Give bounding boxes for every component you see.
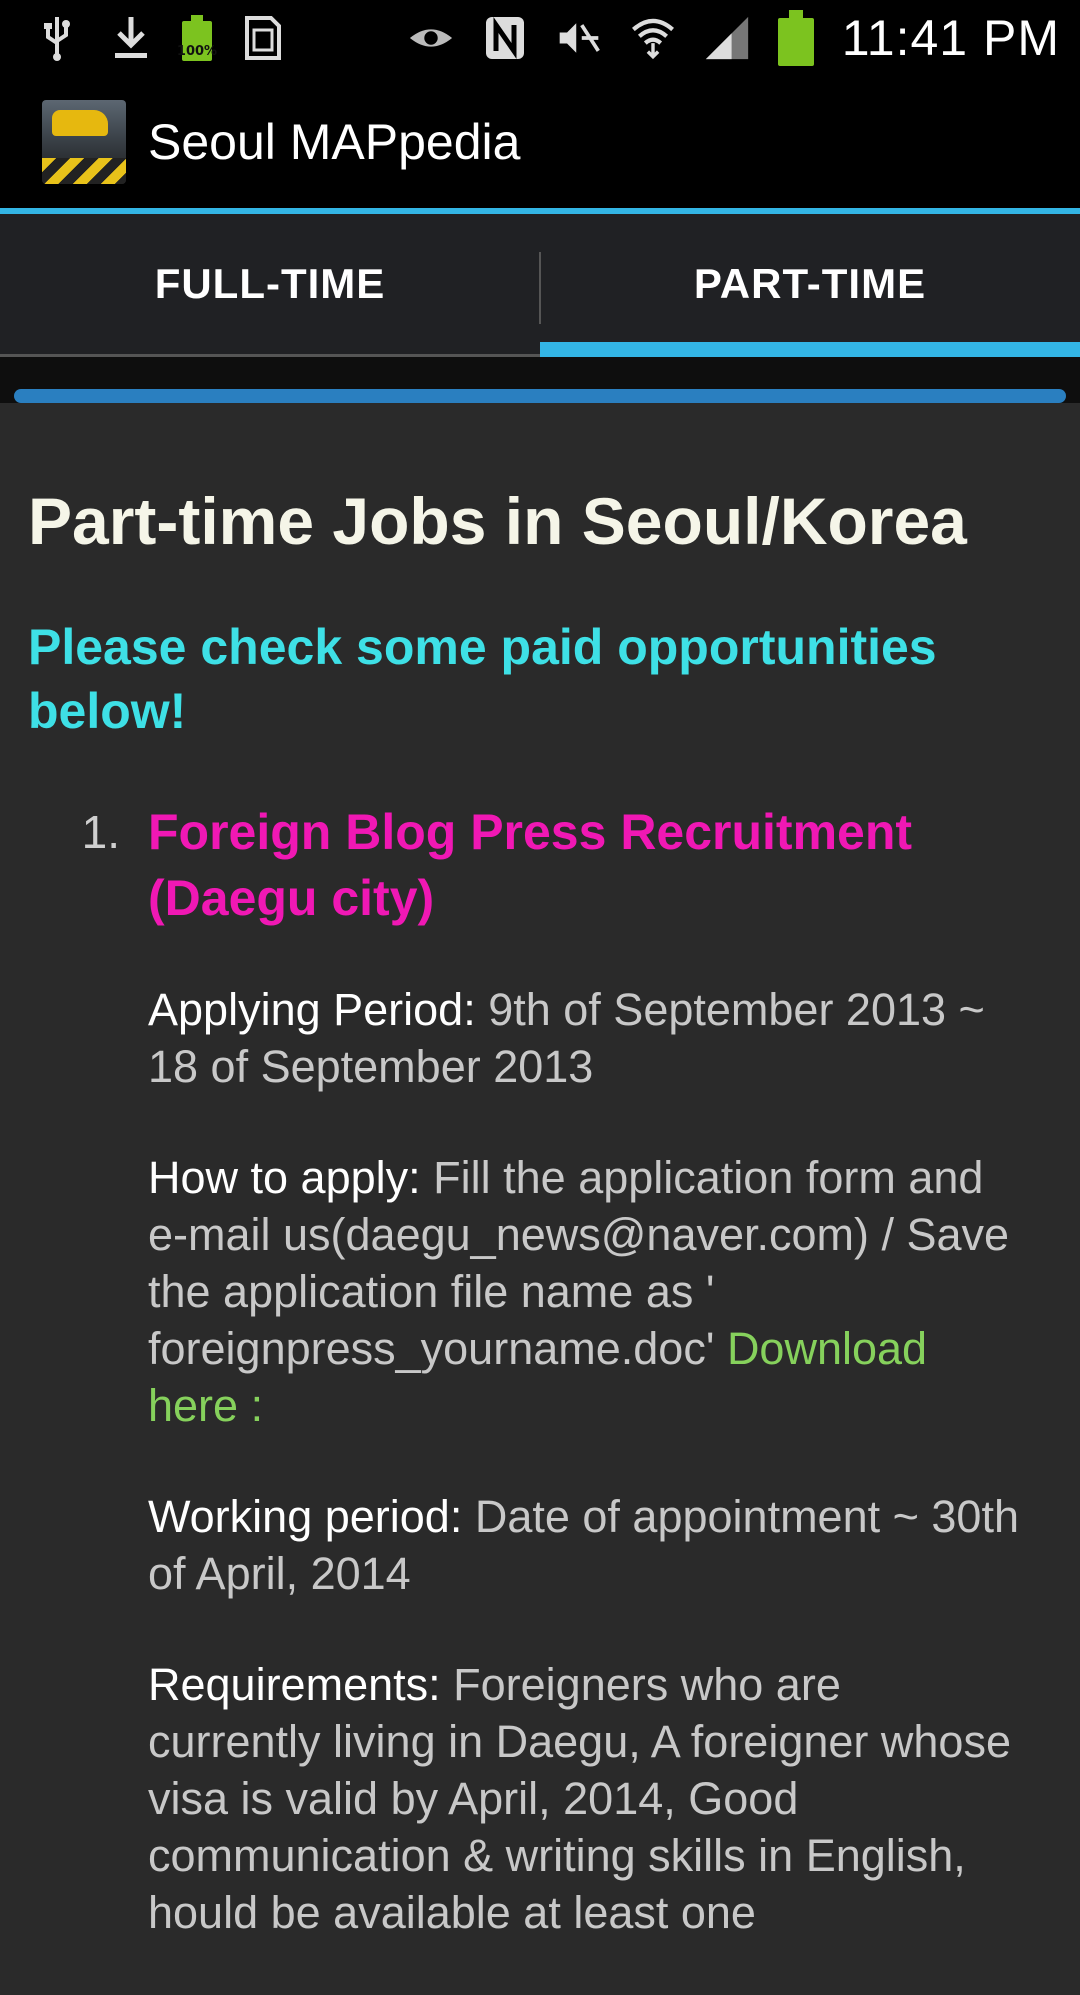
applying-period-label: Applying Period:: [148, 984, 476, 1035]
requirements-label: Requirements:: [148, 1659, 441, 1710]
mute-icon: [556, 13, 602, 63]
tab-label: FULL-TIME: [154, 260, 386, 307]
page-progress: [0, 357, 1080, 403]
list-item: 1. Foreign Blog Press Recruitment (Daegu…: [28, 799, 1052, 1995]
wifi-icon: [630, 13, 676, 63]
progress-bar: [14, 389, 1066, 403]
eye-icon: [408, 13, 454, 63]
battery-percent: 100%: [176, 43, 218, 59]
tab-bar: FULL-TIME PART-TIME: [0, 214, 1080, 357]
status-icons-left: 100%: [34, 13, 286, 63]
working-period: Working period: Date of appointment ~ 30…: [148, 1488, 1022, 1602]
download-icon: [108, 13, 154, 63]
action-bar: Seoul MAPpedia: [0, 75, 1080, 214]
status-bar: 100% 11:41 PM: [0, 0, 1080, 75]
battery-icon: [777, 9, 814, 66]
job-title: Foreign Blog Press Recruitment (Daegu ci…: [148, 804, 913, 926]
signal-icon: [704, 13, 750, 63]
app-logo[interactable]: [42, 99, 126, 184]
web-content[interactable]: Part-time Jobs in Seoul/Korea Please che…: [0, 403, 1080, 1995]
nfc-icon: [482, 13, 528, 63]
page-title: Part-time Jobs in Seoul/Korea: [28, 484, 967, 558]
usb-icon: [34, 13, 80, 63]
how-to-apply-label: How to apply:: [148, 1152, 421, 1203]
how-to-apply: How to apply: Fill the application form …: [148, 1149, 1022, 1434]
status-icons-right: 11:41 PM: [408, 9, 1060, 67]
job-details: Foreign Blog Press Recruitment (Daegu ci…: [148, 799, 1052, 1995]
battery-small-icon: 100%: [177, 14, 217, 61]
tab-part-time[interactable]: PART-TIME: [540, 214, 1080, 357]
sd-card-icon: [240, 13, 286, 63]
tab-full-time[interactable]: FULL-TIME: [0, 214, 540, 354]
tab-label: PART-TIME: [693, 260, 927, 307]
working-period-label: Working period:: [148, 1491, 463, 1542]
app-title: Seoul MAPpedia: [148, 113, 521, 170]
applying-period: Applying Period: 9th of September 2013 ~…: [148, 981, 1022, 1095]
status-time: 11:41 PM: [841, 9, 1060, 66]
requirements: Requirements: Foreigners who are current…: [148, 1656, 1022, 1941]
page-subtitle: Please check some paid opportunities bel…: [28, 619, 937, 739]
list-number: 1.: [81, 806, 120, 858]
